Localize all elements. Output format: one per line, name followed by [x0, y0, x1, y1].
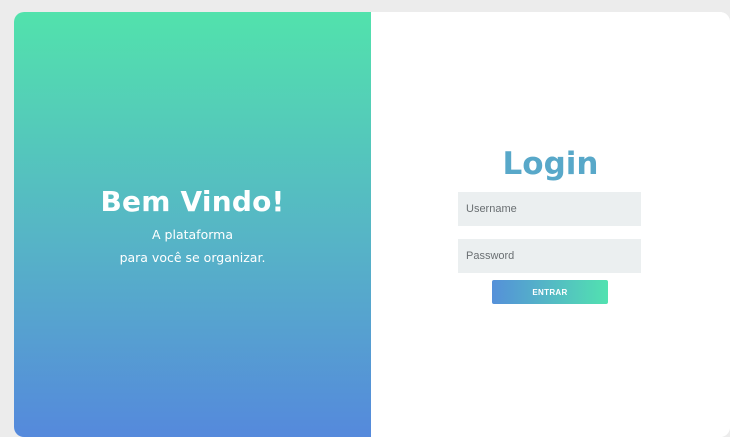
- username-input[interactable]: [458, 192, 641, 226]
- enter-button[interactable]: ENTRAR: [492, 280, 608, 304]
- welcome-panel: Bem Vindo! A plataforma para você se org…: [14, 12, 371, 437]
- welcome-title: Bem Vindo!: [100, 185, 285, 218]
- login-title: Login: [502, 146, 599, 182]
- login-panel: Login ENTRAR: [371, 12, 730, 437]
- password-input[interactable]: [458, 239, 641, 273]
- welcome-subtitle-line-1: A plataforma: [152, 227, 233, 242]
- welcome-subtitle-line-2: para você se organizar.: [119, 250, 266, 265]
- login-card: Bem Vindo! A plataforma para você se org…: [14, 12, 730, 437]
